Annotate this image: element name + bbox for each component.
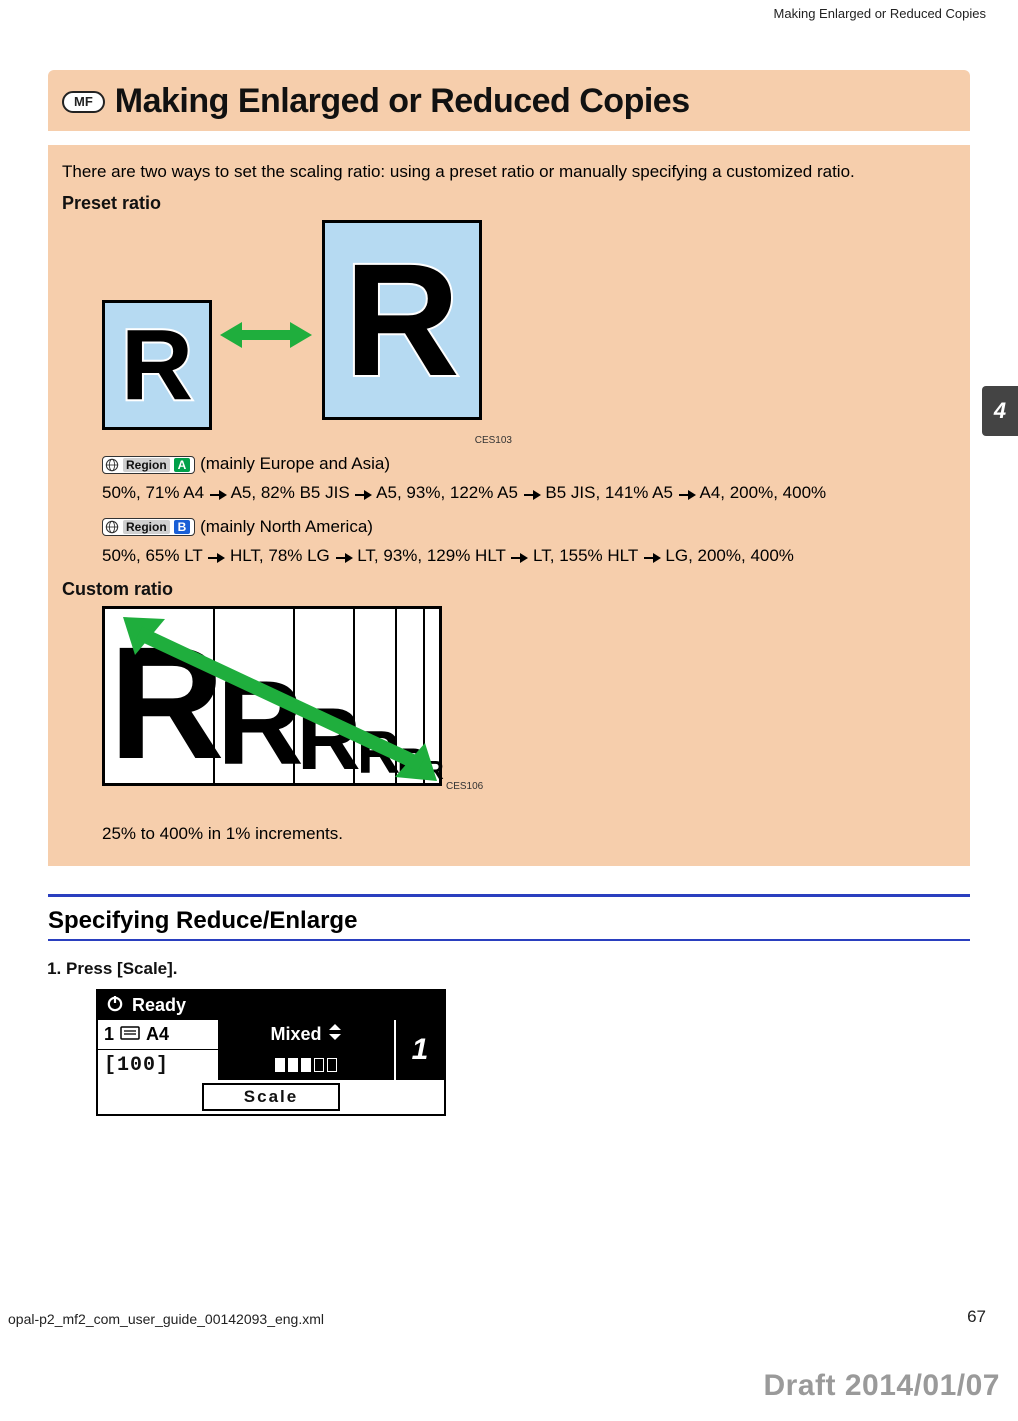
ratio-part: LT, 155% HLT	[528, 546, 642, 565]
intro-text: There are two ways to set the scaling ra…	[62, 159, 956, 185]
ratio-part: A5, 82% B5 JIS	[227, 483, 355, 502]
ratio-part: HLT, 78% LG	[225, 546, 334, 565]
chapter-side-tab: 4	[982, 386, 1018, 436]
lcd-status-row: Ready	[98, 991, 444, 1020]
lcd-tray-num: 1	[104, 1024, 114, 1045]
step-1-text: Press [Scale].	[66, 959, 178, 978]
lcd-row-2: [100]	[98, 1050, 394, 1080]
lcd-paper-size: A4	[146, 1024, 169, 1045]
section-title: Specifying Reduce/Enlarge	[48, 907, 970, 935]
running-head: Making Enlarged or Reduced Copies	[774, 6, 986, 21]
region-b-line: Region B (mainly North America)	[102, 517, 956, 537]
double-arrow-icon	[220, 320, 312, 350]
tray-icon	[120, 1024, 140, 1045]
draft-stamp: Draft 2014/01/07	[764, 1369, 1001, 1403]
region-b-note: (mainly North America)	[200, 517, 373, 536]
preset-heading: Preset ratio	[62, 193, 956, 214]
up-down-icon	[328, 1023, 342, 1046]
lcd-density-bar	[218, 1050, 394, 1080]
ratio-part: B5 JIS, 141% A5	[541, 483, 678, 502]
custom-figure: R R R R R R CES106	[102, 606, 956, 816]
ratio-part: LG, 200%, 400%	[661, 546, 794, 565]
power-icon	[106, 994, 124, 1017]
globe-icon	[105, 458, 119, 472]
ratio-part: A5, 93%, 122% A5	[372, 483, 522, 502]
lcd-panel: Ready 1 A4 M	[96, 989, 446, 1116]
page-title: Making Enlarged or Reduced Copies	[115, 82, 690, 121]
custom-heading: Custom ratio	[62, 579, 956, 600]
figure-caption: CES106	[446, 781, 483, 792]
region-a-ratios: 50%, 71% A4 A5, 82% B5 JIS A5, 93%, 122%…	[102, 480, 956, 506]
rule-top	[48, 894, 970, 897]
ratio-part: A4, 200%, 400%	[696, 483, 826, 502]
steps-list: Press [Scale]. Ready 1	[66, 959, 970, 1116]
arrow-right-icon	[678, 483, 696, 502]
mf-badge: MF	[62, 91, 105, 113]
figure-caption: CES103	[475, 435, 512, 446]
arrow-right-icon	[207, 546, 225, 565]
preset-small-r: R	[121, 315, 193, 415]
lcd-zoom: [100]	[104, 1054, 169, 1077]
arrow-right-icon	[354, 483, 372, 502]
title-bar: MF Making Enlarged or Reduced Copies	[48, 70, 970, 131]
lcd-status: Ready	[132, 995, 186, 1016]
rule-bottom	[48, 939, 970, 941]
region-letter: A	[174, 458, 191, 472]
ratio-part: 50%, 71% A4	[102, 483, 209, 502]
lcd-bottom-row: Scale	[98, 1080, 444, 1114]
custom-note: 25% to 400% in 1% increments.	[102, 824, 956, 844]
preset-large-r: R	[344, 240, 460, 400]
scale-button[interactable]: Scale	[202, 1083, 340, 1111]
arrow-right-icon	[209, 483, 227, 502]
footer-page-number: 67	[967, 1307, 986, 1327]
ratio-part: LT, 93%, 129% HLT	[353, 546, 511, 565]
step-1: Press [Scale]. Ready 1	[66, 959, 970, 1116]
ratio-part: 50%, 65% LT	[102, 546, 207, 565]
arrow-right-icon	[523, 483, 541, 502]
globe-icon	[105, 520, 119, 534]
region-a-line: Region A (mainly Europe and Asia)	[102, 454, 956, 474]
region-letter: B	[174, 520, 191, 534]
footer-filename: opal-p2_mf2_com_user_guide_00142093_eng.…	[8, 1311, 324, 1327]
region-a-note: (mainly Europe and Asia)	[200, 454, 390, 473]
lcd-row-1: 1 A4 Mixed	[98, 1020, 394, 1050]
region-b-ratios: 50%, 65% LT HLT, 78% LG LT, 93%, 129% HL…	[102, 543, 956, 569]
preset-figure: R R CES103	[102, 220, 956, 440]
lcd-copies: 1	[394, 1020, 444, 1080]
arrow-right-icon	[510, 546, 528, 565]
body-area: There are two ways to set the scaling ra…	[48, 145, 970, 866]
region-a-badge: Region A	[102, 456, 195, 474]
region-label: Region	[123, 458, 170, 472]
region-label: Region	[123, 520, 170, 534]
arrow-right-icon	[335, 546, 353, 565]
lcd-original-type: Mixed	[270, 1024, 321, 1045]
diagonal-double-arrow-icon	[105, 609, 445, 789]
arrow-right-icon	[643, 546, 661, 565]
page-content: MF Making Enlarged or Reduced Copies The…	[48, 70, 970, 1126]
region-b-badge: Region B	[102, 518, 195, 536]
